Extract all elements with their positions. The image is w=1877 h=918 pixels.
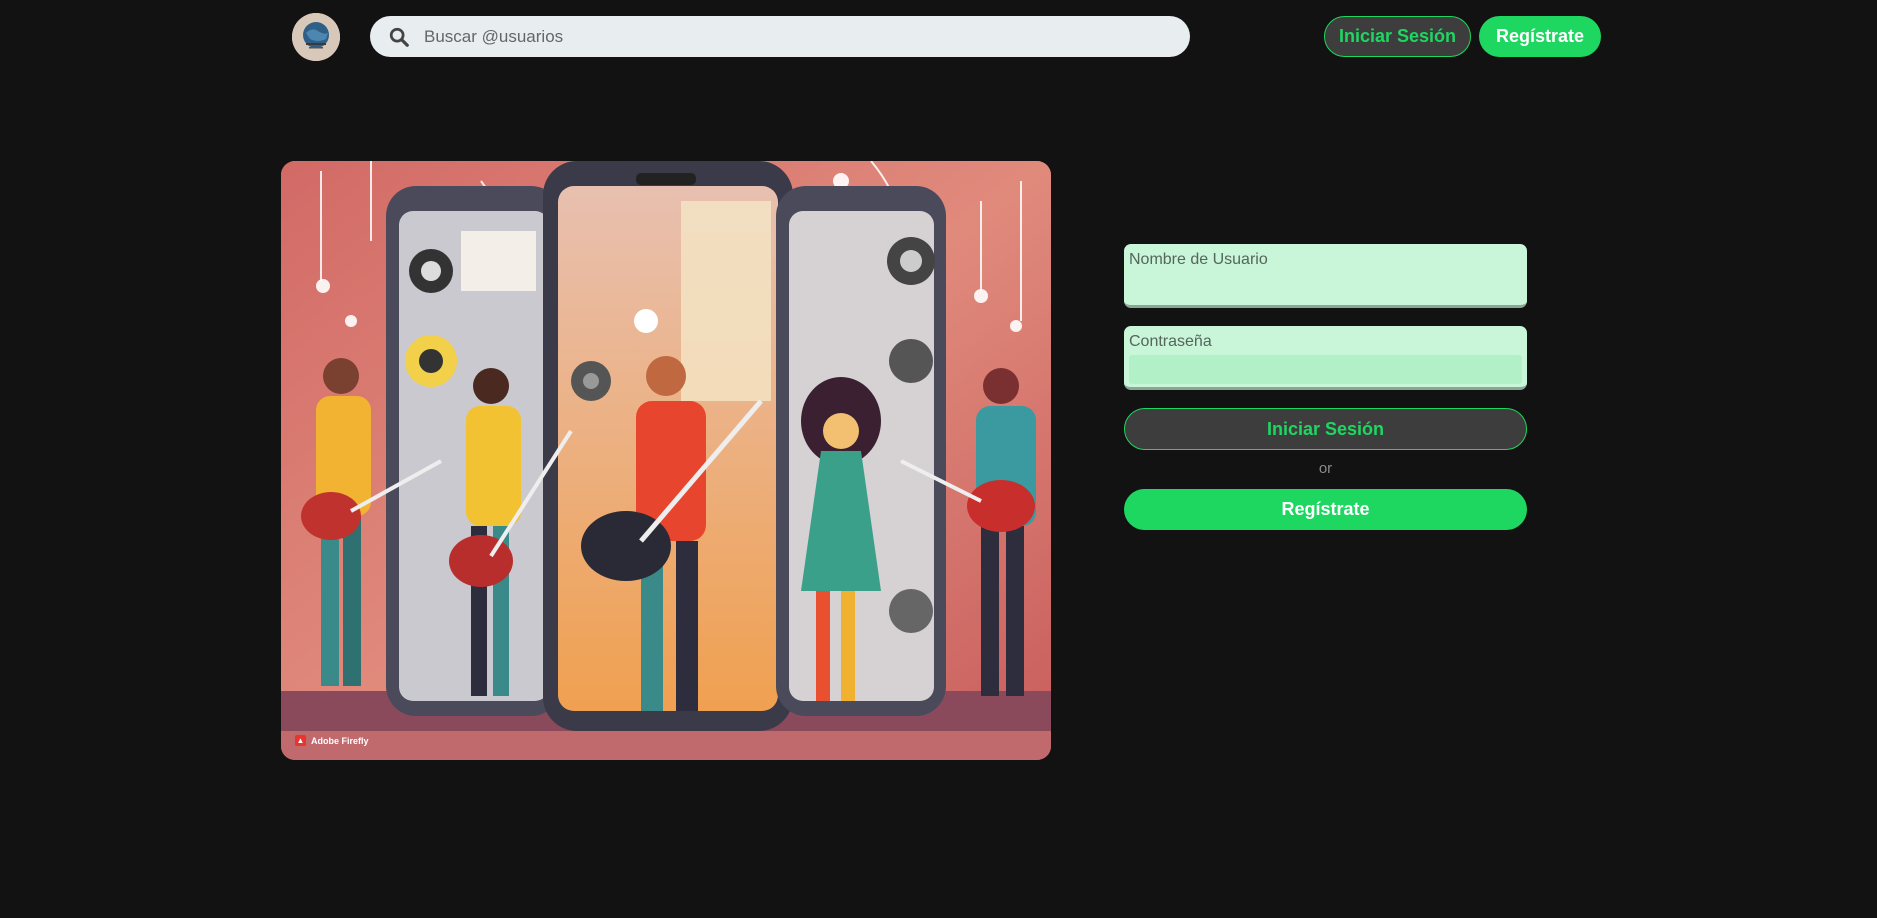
search-bar[interactable] <box>370 16 1190 57</box>
login-button-header[interactable]: Iniciar Sesión <box>1324 16 1471 57</box>
signup-button-header[interactable]: Regístrate <box>1479 16 1601 57</box>
hero-illustration: ▲ Adobe Firefly <box>281 161 1051 760</box>
watermark-text: Adobe Firefly <box>311 735 369 746</box>
adobe-firefly-watermark: ▲ Adobe Firefly <box>295 735 369 746</box>
username-input[interactable] <box>1129 271 1522 302</box>
password-label: Contraseña <box>1129 333 1212 350</box>
search-icon <box>388 26 410 48</box>
globe-logo-icon <box>292 13 340 61</box>
username-label: Nombre de Usuario <box>1129 251 1268 268</box>
password-input[interactable] <box>1129 353 1522 384</box>
signup-button[interactable]: Regístrate <box>1124 489 1527 530</box>
logo-avatar[interactable] <box>292 13 340 61</box>
search-input[interactable] <box>422 25 1126 48</box>
or-divider: or <box>1318 460 1333 477</box>
username-field[interactable]: Nombre de Usuario <box>1124 244 1527 308</box>
musicians-illustration <box>281 161 1051 760</box>
password-field[interactable]: Contraseña <box>1124 326 1527 390</box>
login-button[interactable]: Iniciar Sesión <box>1124 408 1527 450</box>
adobe-logo-icon: ▲ <box>295 735 306 746</box>
